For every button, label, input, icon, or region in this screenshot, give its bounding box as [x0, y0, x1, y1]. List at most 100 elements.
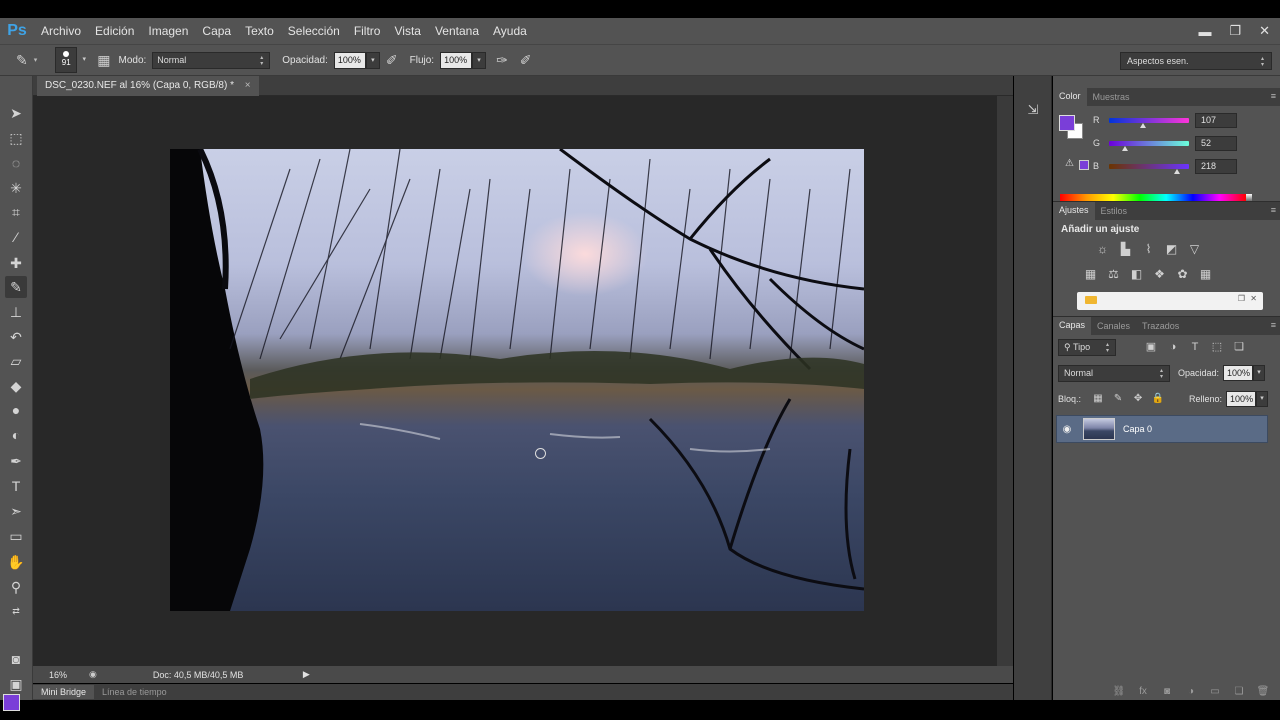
tab-timeline[interactable]: Línea de tiempo	[94, 685, 175, 699]
menu-ayuda[interactable]: Ayuda	[486, 24, 534, 38]
foreground-color-swatch[interactable]	[3, 694, 20, 711]
color-panel-menu-icon[interactable]: ≡	[1271, 91, 1276, 101]
black-white-icon[interactable]: ◧	[1129, 267, 1144, 282]
eye-icon[interactable]: ◉	[1057, 424, 1077, 435]
lock-pixels-icon[interactable]: ✎	[1111, 392, 1125, 406]
path-selection-tool-icon[interactable]: ➣	[5, 500, 27, 522]
layer-style-icon[interactable]: fx	[1136, 685, 1150, 699]
tab-swatches[interactable]: Muestras	[1087, 89, 1136, 105]
status-info-icon[interactable]: ◉	[89, 669, 97, 680]
mini-panel-close-icon[interactable]: ✕	[1250, 294, 1257, 303]
link-layers-icon[interactable]: ⛓	[1112, 685, 1126, 699]
pressure-size-icon[interactable]: ✐	[520, 52, 532, 69]
minimize-button[interactable]: ▬	[1198, 24, 1211, 39]
airbrush-icon[interactable]: ✑	[496, 52, 508, 69]
document-tab[interactable]: DSC_0230.NEF al 16% (Capa 0, RGB/8) * ×	[37, 76, 259, 96]
pen-tool-icon[interactable]: ✒	[5, 450, 27, 472]
add-mask-icon[interactable]: ◙	[1160, 685, 1174, 699]
photo-filter-icon[interactable]: ❖	[1152, 267, 1167, 282]
layer-name[interactable]: Capa 0	[1123, 424, 1152, 434]
hue-saturation-icon[interactable]: ▦	[1083, 267, 1098, 282]
restore-button[interactable]: ❐	[1229, 23, 1241, 39]
pressure-opacity-icon[interactable]: ✐	[386, 52, 398, 69]
blur-tool-icon[interactable]: ●	[5, 399, 27, 421]
layer-opacity-dropdown[interactable]: ▾	[1253, 365, 1266, 381]
workspace-select[interactable]: Aspectos esen.	[1120, 52, 1272, 70]
channel-g-thumb[interactable]	[1122, 145, 1129, 151]
tab-adjustments[interactable]: Ajustes	[1053, 202, 1095, 220]
layers-panel-menu-icon[interactable]: ≡	[1271, 320, 1276, 330]
status-menu-arrow-icon[interactable]: ▶	[303, 669, 310, 680]
channel-b-value[interactable]: 218	[1195, 158, 1237, 174]
menu-edicion[interactable]: Edición	[88, 24, 141, 38]
menu-archivo[interactable]: Archivo	[34, 24, 88, 38]
filter-adjustment-icon[interactable]: ◑	[1166, 340, 1180, 354]
marquee-tool-icon[interactable]: ⬚	[5, 127, 27, 149]
delete-layer-icon[interactable]: 🗑	[1256, 685, 1270, 699]
magic-wand-tool-icon[interactable]: ✳	[5, 177, 27, 199]
filter-pixel-icon[interactable]: ▣	[1144, 340, 1158, 354]
channel-mixer-icon[interactable]: ✿	[1175, 267, 1190, 282]
filter-smart-object-icon[interactable]: ❏	[1232, 340, 1246, 354]
layer-filter-kind-select[interactable]: ⚲ Tipo	[1058, 338, 1116, 356]
type-tool-icon[interactable]: T	[5, 475, 27, 497]
preset-dropdown-icon[interactable]: ▾	[34, 56, 38, 64]
screen-mode-icon[interactable]: ▣	[5, 673, 27, 695]
dodge-tool-icon[interactable]: ◐	[5, 424, 27, 446]
floating-mini-panel[interactable]: ❐ ✕	[1077, 292, 1263, 310]
brush-tool-preset-icon[interactable]: ✎	[16, 52, 28, 69]
channel-g-slider[interactable]	[1109, 140, 1189, 151]
eraser-tool-icon[interactable]: ▱	[5, 350, 27, 372]
channel-r-value[interactable]: 107	[1195, 112, 1237, 128]
menu-texto[interactable]: Texto	[238, 24, 281, 38]
lasso-tool-icon[interactable]: ◌	[5, 152, 27, 174]
zoom-level[interactable]: 16%	[49, 670, 77, 680]
brush-panel-toggle-icon[interactable]: ▦	[97, 52, 110, 69]
new-group-icon[interactable]: ▭	[1208, 685, 1222, 699]
color-fg-swatch[interactable]	[1059, 115, 1075, 131]
crop-tool-icon[interactable]: ⌗	[5, 201, 27, 223]
brush-tool-icon[interactable]: ✎	[5, 276, 27, 298]
eyedropper-tool-icon[interactable]: ⁄	[5, 226, 27, 248]
exposure-icon[interactable]: ◩	[1164, 242, 1179, 257]
history-brush-tool-icon[interactable]: ↶	[5, 326, 27, 348]
photo-canvas[interactable]	[170, 149, 864, 611]
layer-row[interactable]: ◉ Capa 0	[1056, 415, 1268, 443]
brush-size-picker[interactable]: 91	[55, 47, 78, 73]
tab-color[interactable]: Color	[1053, 88, 1087, 106]
vertical-scrollbar[interactable]	[997, 96, 1013, 666]
levels-icon[interactable]: ▙	[1118, 242, 1133, 257]
channel-b-thumb[interactable]	[1174, 168, 1181, 174]
menu-seleccion[interactable]: Selección	[281, 24, 347, 38]
lock-transparency-icon[interactable]: ▦	[1091, 392, 1105, 406]
blend-mode-select[interactable]: Normal	[1058, 364, 1170, 382]
mini-panel-restore-icon[interactable]: ❐	[1238, 294, 1245, 303]
color-balance-icon[interactable]: ⚖	[1106, 267, 1121, 282]
tab-styles[interactable]: Estilos	[1095, 203, 1134, 219]
tab-layers[interactable]: Capas	[1053, 317, 1092, 335]
new-adjustment-layer-icon[interactable]: ◑	[1184, 685, 1198, 699]
healing-brush-tool-icon[interactable]: ✚	[5, 252, 27, 274]
menu-capa[interactable]: Capa	[195, 24, 238, 38]
close-document-icon[interactable]: ×	[245, 80, 251, 91]
adjustments-panel-menu-icon[interactable]: ≡	[1271, 205, 1276, 215]
close-window-button[interactable]: ✕	[1259, 23, 1270, 39]
vibrance-icon[interactable]: ▽	[1187, 242, 1202, 257]
opacity-dropdown[interactable]: ▾	[365, 51, 380, 69]
shape-tool-icon[interactable]: ▭	[5, 525, 27, 547]
hand-tool-icon[interactable]: ✋	[5, 551, 27, 573]
channel-r-thumb[interactable]	[1139, 122, 1146, 128]
clone-stamp-tool-icon[interactable]: ⊥	[5, 301, 27, 323]
new-layer-icon[interactable]: ❏	[1232, 685, 1246, 699]
paint-bucket-tool-icon[interactable]: ◆	[5, 375, 27, 397]
filter-shape-icon[interactable]: ⬚	[1210, 340, 1224, 354]
tab-mini-bridge[interactable]: Mini Bridge	[33, 685, 95, 699]
move-tool-icon[interactable]: ➤	[5, 102, 27, 124]
tab-channels[interactable]: Canales	[1091, 318, 1136, 334]
menu-filtro[interactable]: Filtro	[347, 24, 388, 38]
lock-position-icon[interactable]: ✥	[1131, 392, 1145, 406]
opacity-field[interactable]: 100%	[333, 51, 366, 69]
channel-r-slider[interactable]	[1109, 117, 1189, 128]
menu-imagen[interactable]: Imagen	[141, 24, 195, 38]
layer-opacity-field[interactable]: 100%	[1223, 365, 1254, 381]
